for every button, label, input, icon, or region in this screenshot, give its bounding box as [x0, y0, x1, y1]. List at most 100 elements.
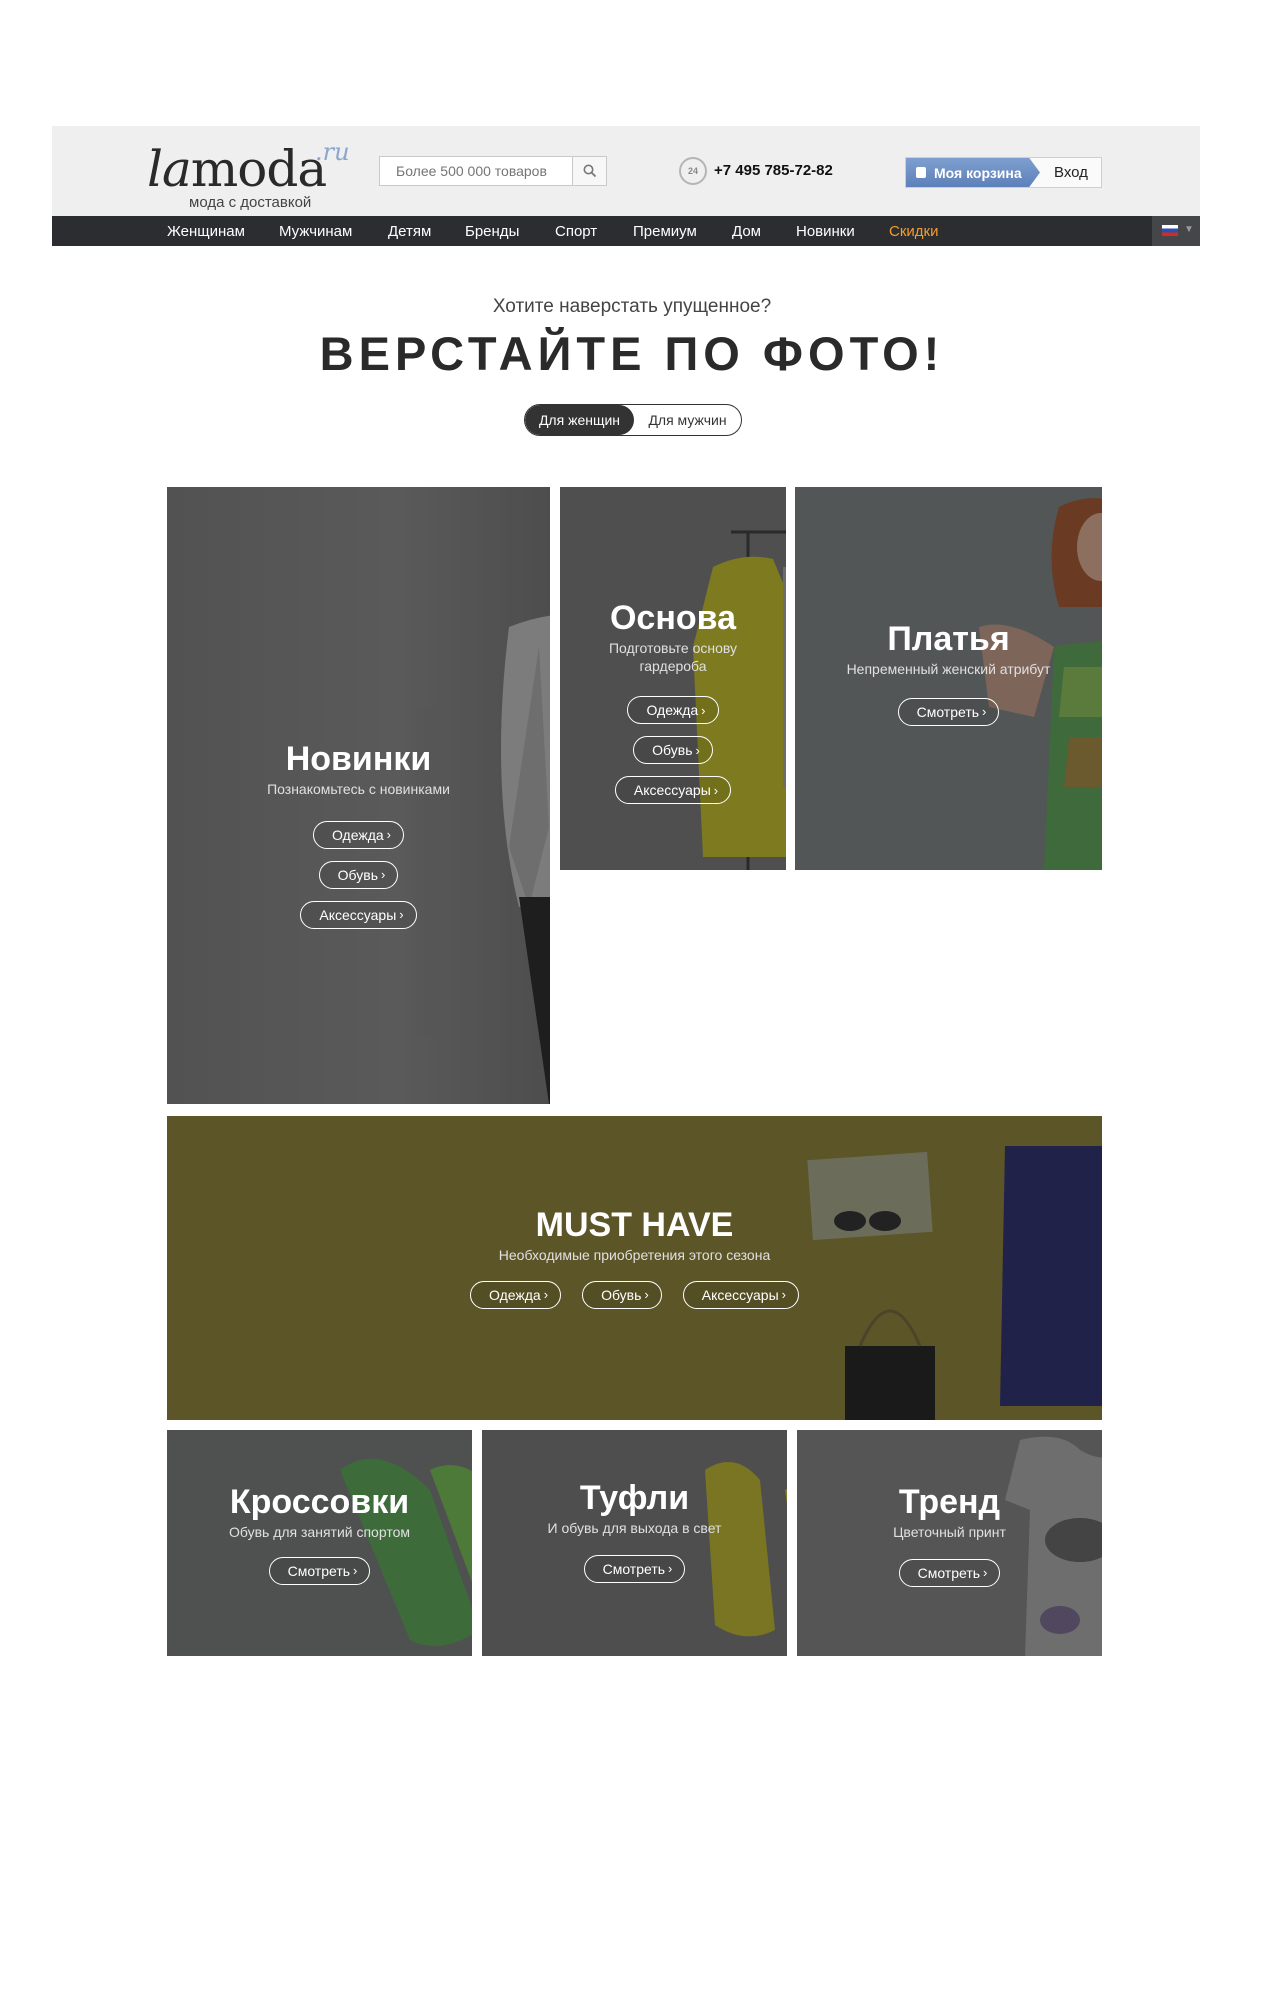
logo-ru: .ru — [315, 138, 350, 166]
logo-la: la — [147, 140, 192, 198]
pill-label: Аксессуары — [319, 906, 397, 923]
tile-krossovki[interactable]: Кроссовки Обувь для занятий спортом Смот… — [167, 1430, 472, 1656]
tile-buttons: Смотреть › — [797, 1558, 1102, 1599]
tile-desc: Обувь для занятий спортом — [228, 1523, 410, 1540]
toggle-women[interactable]: Для женщин — [525, 405, 634, 435]
search-button[interactable] — [572, 157, 606, 185]
tile-title: MUST HAVE — [535, 1206, 734, 1244]
shoes-button[interactable]: Обувь › — [633, 736, 713, 765]
pill-label: Обувь — [337, 866, 378, 883]
search-icon — [583, 164, 596, 178]
tile-novinki[interactable]: Новинки Познакомьтесь с новинками Одежда… — [167, 487, 550, 1104]
tile-buttons: Смотреть › — [795, 697, 1102, 738]
clothing-button[interactable]: Одежда › — [470, 1280, 562, 1309]
nav-item-home[interactable]: Дом — [732, 223, 761, 240]
tile-buttons: Одежда › Обувь › Аксессуары › — [167, 1280, 1102, 1309]
chevron-right-icon: › — [353, 1563, 358, 1579]
pill-label: Обувь — [601, 1286, 642, 1303]
tile-trend[interactable]: Тренд Цветочный принт Смотреть › — [797, 1430, 1102, 1656]
pill-label: Смотреть — [602, 1560, 666, 1577]
tile-tufli[interactable]: Туфли И обувь для выхода в свет Смотреть… — [482, 1430, 787, 1656]
tile-novinki-content: Новинки Познакомьтесь с новинками Одежда… — [167, 740, 550, 941]
cart-login-group: Моя корзина Вход — [905, 157, 1102, 188]
chevron-right-icon: › — [543, 1287, 549, 1303]
clothing-button[interactable]: Одежда › — [312, 820, 405, 849]
tile-desc: Непременный женский атрибут — [846, 660, 1051, 677]
hero-title: ВЕРСТАЙТЕ ПО ФОТО! — [319, 327, 945, 380]
caret-down-icon: ▼ — [1184, 224, 1194, 235]
nav-item-sport[interactable]: Спорт — [555, 223, 597, 240]
shoes-button[interactable]: Обувь › — [582, 1280, 662, 1309]
hero-subtitle: Хотите наверстать упущенное? — [492, 296, 772, 317]
tile-musthave[interactable]: MUST HAVE Необходимые приобретения этого… — [167, 1116, 1102, 1420]
search-input[interactable] — [380, 157, 573, 185]
nav-item-men[interactable]: Мужчинам — [279, 223, 352, 240]
main-nav: Женщинам Мужчинам Детям Бренды Спорт Пре… — [52, 216, 1200, 246]
tile-desc-line1: Подготовьте основу — [608, 639, 738, 656]
nav-item-women[interactable]: Женщинам — [167, 223, 245, 240]
site-header: lamoda .ru мода с доставкой 24 +7 495 78… — [52, 126, 1200, 216]
nav-item-brands[interactable]: Бренды — [465, 223, 519, 240]
pill-label: Аксессуары — [701, 1286, 779, 1303]
chevron-right-icon: › — [701, 702, 706, 718]
nav-item-sale[interactable]: Скидки — [889, 223, 938, 240]
chevron-right-icon: › — [386, 827, 392, 843]
nav-item-new[interactable]: Новинки — [796, 223, 855, 240]
chevron-right-icon: › — [781, 1287, 786, 1303]
tile-trend-content: Тренд Цветочный принт Смотреть › — [797, 1484, 1102, 1599]
tile-desc: И обувь для выхода в свет — [547, 1519, 722, 1536]
tile-krossovki-content: Кроссовки Обувь для занятий спортом Смот… — [167, 1483, 472, 1597]
cart-label: Моя корзина — [934, 164, 1022, 181]
nav-item-kids[interactable]: Детям — [388, 223, 431, 240]
tile-buttons: Смотреть › — [482, 1554, 787, 1595]
chevron-right-icon: › — [381, 867, 386, 883]
tile-title: Новинки — [285, 740, 432, 778]
view-button[interactable]: Смотреть › — [583, 1554, 686, 1583]
tile-title: Кроссовки — [229, 1483, 410, 1521]
cart-button[interactable]: Моя корзина — [906, 158, 1040, 187]
tile-title: Основа — [609, 599, 737, 637]
tile-buttons: Одежда › Обувь › Аксессуары › — [560, 696, 786, 816]
nav-item-premium[interactable]: Премиум — [633, 223, 697, 240]
tile-buttons: Смотреть › — [167, 1556, 472, 1597]
tile-osnova-content: Основа Подготовьте основу гардероба Одеж… — [560, 599, 786, 816]
accessories-button[interactable]: Аксессуары › — [682, 1280, 799, 1309]
language-selector[interactable]: ▼ — [1152, 216, 1200, 246]
chevron-right-icon: › — [983, 1565, 988, 1581]
tile-desc: Цветочный принт — [893, 1523, 1006, 1540]
phone-number[interactable]: +7 495 785-72-82 — [714, 162, 833, 179]
tile-osnova[interactable]: Основа Подготовьте основу гардероба Одеж… — [560, 487, 786, 870]
accessories-button[interactable]: Аксессуары › — [300, 900, 417, 929]
pill-label: Одежда — [331, 826, 384, 843]
tile-platya-content: Платья Непременный женский атрибут Смотр… — [795, 620, 1102, 738]
login-link[interactable]: Вход — [1054, 164, 1088, 181]
toggle-men[interactable]: Для мужчин — [634, 405, 741, 435]
tile-desc: Познакомьтесь с новинками — [267, 780, 450, 797]
view-button[interactable]: Смотреть › — [268, 1556, 371, 1585]
pill-label: Одежда — [489, 1286, 541, 1303]
logo-wordmark: lamoda — [147, 144, 327, 194]
view-button[interactable]: Смотреть › — [898, 1558, 1001, 1587]
tile-tufli-content: Туфли И обувь для выхода в свет Смотреть… — [482, 1479, 787, 1595]
accessories-button[interactable]: Аксессуары › — [614, 776, 732, 805]
lamoda-logo[interactable]: lamoda .ru мода с доставкой — [147, 138, 367, 211]
tile-desc-line2: гардероба — [639, 657, 707, 674]
chevron-right-icon: › — [695, 742, 700, 758]
clothing-button[interactable]: Одежда › — [627, 696, 719, 725]
shopping-bag-icon — [916, 167, 926, 178]
tile-title: Туфли — [579, 1479, 690, 1517]
shoes-button[interactable]: Обувь › — [318, 860, 399, 889]
chevron-right-icon: › — [399, 907, 404, 923]
chevron-right-icon: › — [644, 1287, 649, 1303]
chevron-right-icon: › — [668, 1561, 673, 1577]
pill-label: Смотреть — [287, 1562, 351, 1579]
pill-label: Смотреть — [917, 1564, 981, 1581]
pill-label: Одежда — [646, 702, 699, 719]
tile-platya[interactable]: Платья Непременный женский атрибут Смотр… — [795, 487, 1102, 870]
gender-toggle: Для женщин Для мужчин — [524, 404, 742, 436]
view-button[interactable]: Смотреть › — [897, 697, 1000, 726]
logo-moda: moda — [190, 140, 327, 198]
russia-flag-icon — [1162, 225, 1178, 236]
chevron-right-icon: › — [713, 782, 719, 798]
tile-title: Платья — [887, 620, 1010, 658]
